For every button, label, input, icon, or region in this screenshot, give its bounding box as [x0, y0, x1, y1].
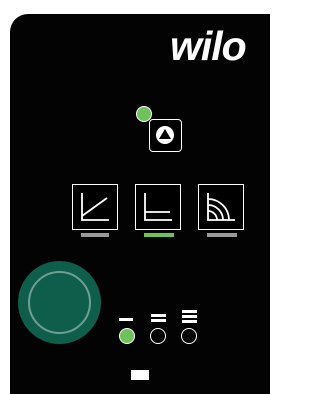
- wilo-logo: wilo: [170, 23, 247, 69]
- fixed-speed-indicator-bar: [207, 233, 237, 237]
- fixed-speed-curves-icon: [207, 193, 235, 221]
- operating-knob-ring: [28, 271, 91, 334]
- fixed-speed-mode-button[interactable]: [198, 184, 244, 230]
- constant-pressure-mode-button[interactable]: [135, 184, 181, 230]
- speed-stage-1-symbol: [119, 318, 133, 321]
- speed-stage-2-led: [150, 328, 166, 344]
- speed-stage-3-symbol-middle: [182, 315, 197, 318]
- pump-mode-button[interactable]: [149, 119, 182, 152]
- speed-stage-2-symbol-bottom: [151, 319, 166, 322]
- variable-pressure-indicator-bar: [81, 233, 109, 237]
- constant-pressure-indicator-bar: [144, 233, 174, 237]
- variable-pressure-curve-icon: [81, 193, 109, 221]
- operating-knob[interactable]: [18, 261, 101, 344]
- constant-pressure-curve-icon: [144, 193, 172, 221]
- bottom-indicator-mark: [131, 370, 149, 380]
- speed-stage-1-led: [119, 328, 135, 344]
- pump-triangle-icon: [156, 126, 174, 144]
- speed-stage-3-led: [181, 328, 197, 344]
- variable-pressure-mode-button[interactable]: [72, 184, 118, 230]
- speed-stage-2-symbol-top: [151, 314, 166, 317]
- speed-stage-3-symbol-bottom: [182, 320, 197, 323]
- speed-stage-3-symbol-top: [182, 310, 197, 313]
